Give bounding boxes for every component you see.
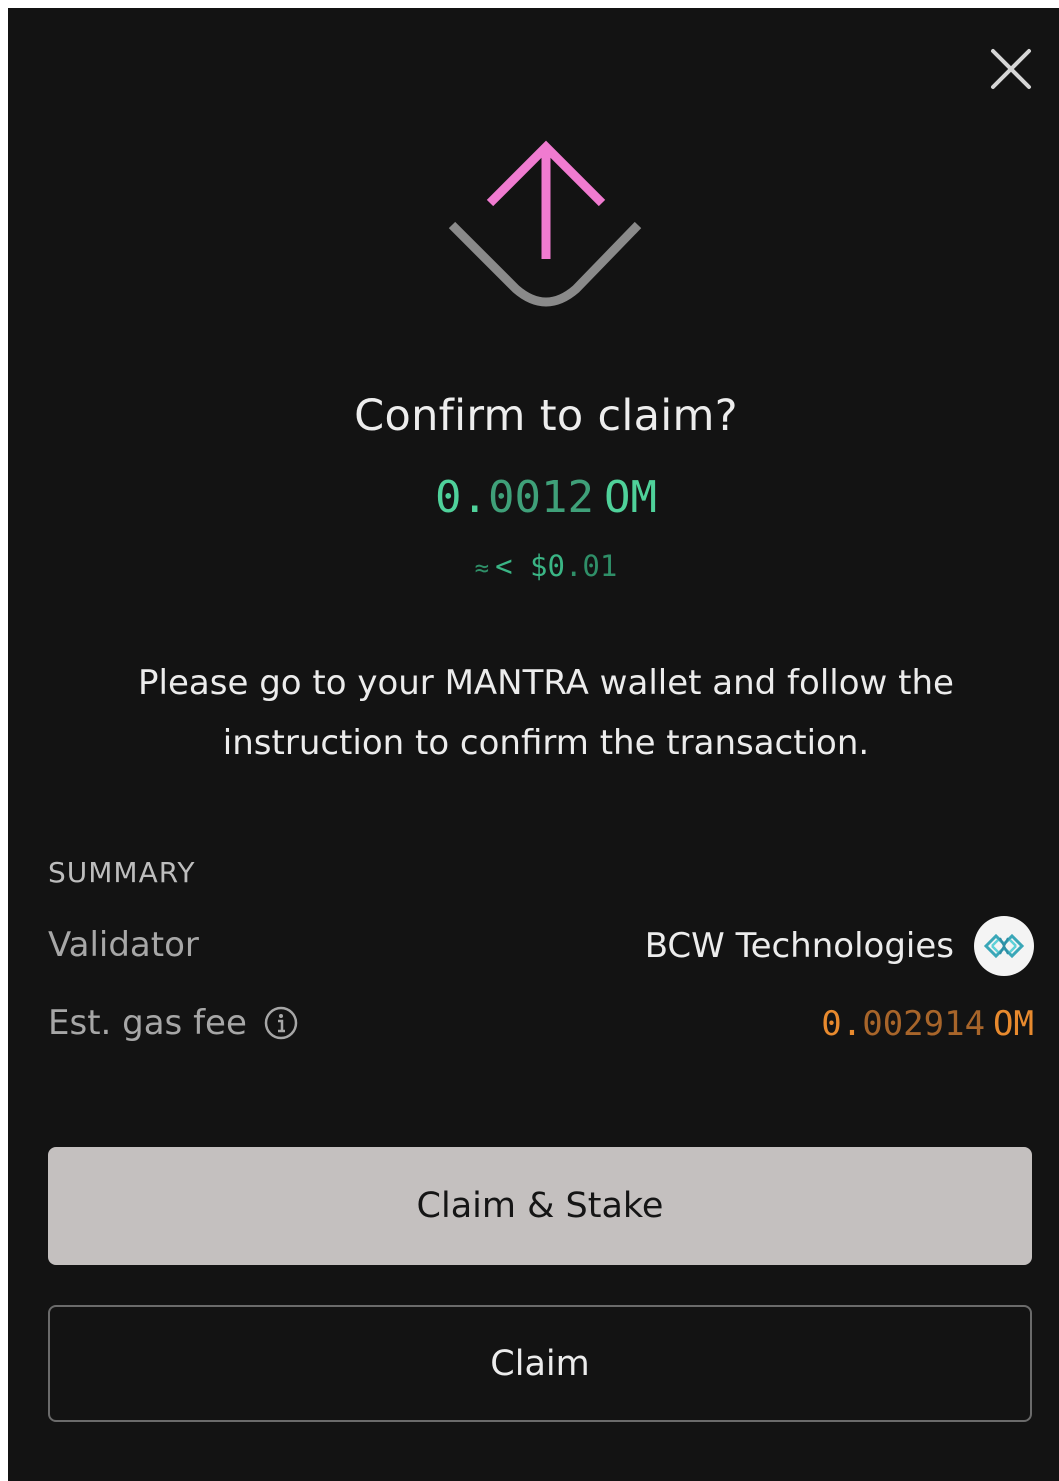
claim-and-stake-button[interactable]: Claim & Stake <box>48 1147 1032 1265</box>
close-icon <box>991 49 1031 89</box>
validator-name: BCW Technologies <box>644 926 954 966</box>
gas-fee-lead: 0. <box>821 1004 863 1044</box>
confirm-claim-dialog: Confirm to claim? 0.0012 OM ≈ < $0.01 Plea… <box>8 8 1059 1481</box>
bcw-logo-icon <box>974 916 1034 976</box>
instruction-text: Please go to your MANTRA wallet and foll… <box>138 663 954 763</box>
close-button[interactable] <box>986 44 1036 94</box>
claim-button[interactable]: Claim <box>48 1305 1032 1422</box>
usd-lead: < $0 <box>495 549 565 583</box>
claim-amount: 0.0012 OM <box>8 472 1059 523</box>
info-icon[interactable] <box>263 1005 299 1041</box>
dialog-title: Confirm to claim? <box>354 391 738 441</box>
approx-symbol: ≈ <box>474 554 490 582</box>
summary-heading: SUMMARY <box>48 856 196 889</box>
validator-label: Validator <box>48 925 199 965</box>
gas-fee-tail: 002914 <box>862 1004 986 1044</box>
gas-fee-unit: OM <box>993 1004 1034 1044</box>
usd-tail: .01 <box>564 549 618 583</box>
gas-fee-label: Est. gas fee <box>48 1003 247 1043</box>
claim-amount-tail: 0012 <box>488 472 594 523</box>
gas-fee-value: 0.002914 OM <box>821 1004 1034 1044</box>
claim-amount-lead: 0. <box>435 472 489 523</box>
claim-usd-value: ≈ < $0.01 <box>8 549 1059 583</box>
claim-amount-unit: OM <box>603 472 657 523</box>
validator-value: BCW Technologies <box>645 914 1034 978</box>
gas-fee-label-row: Est. gas fee <box>48 1003 299 1043</box>
claim-arrow-icon <box>438 133 654 323</box>
